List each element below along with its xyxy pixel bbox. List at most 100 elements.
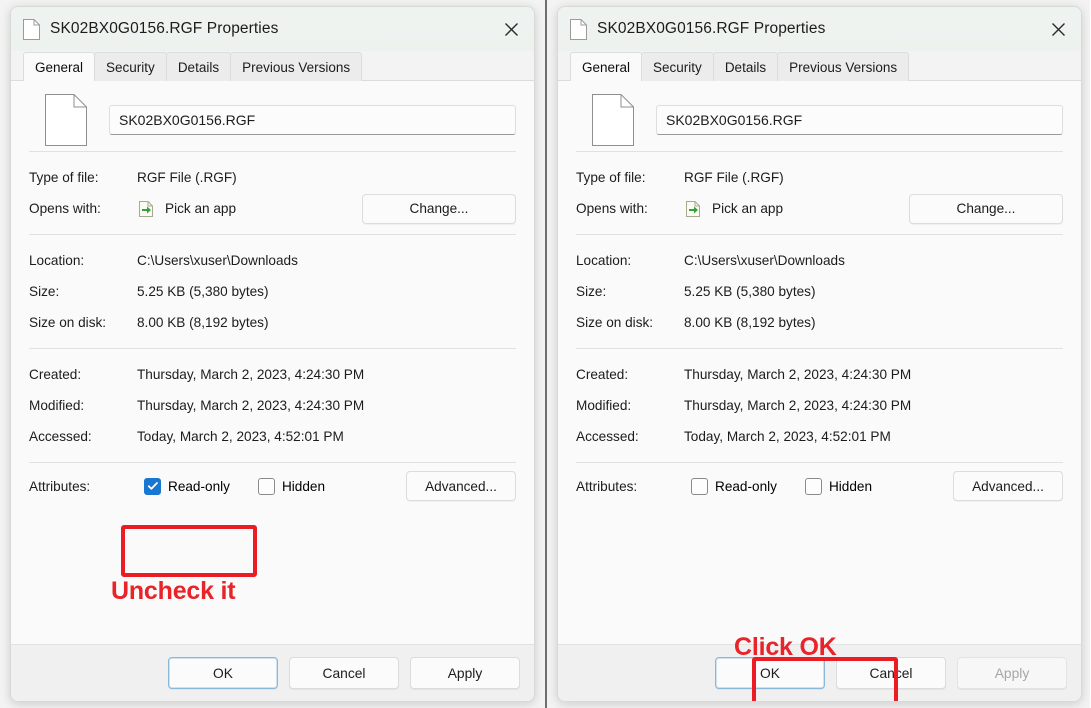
opens-with-row: Opens with: Pick an app Change...: [29, 193, 516, 224]
opens-with-value: Pick an app: [684, 200, 783, 218]
properties-window-right: SK02BX0G0156.RGF Properties General Secu…: [545, 0, 1090, 708]
size-value: 5.25 KB (5,380 bytes): [684, 284, 816, 299]
modified-row: Modified: Thursday, March 2, 2023, 4:24:…: [576, 390, 1063, 421]
size-on-disk-label: Size on disk:: [576, 315, 654, 330]
created-value: Thursday, March 2, 2023, 4:24:30 PM: [684, 367, 912, 382]
large-file-icon: [592, 94, 634, 146]
type-of-file-value: RGF File (.RGF): [684, 170, 784, 185]
attributes-row: Attributes: Read-only Hidden Advanced...: [29, 463, 516, 503]
accessed-label: Accessed:: [29, 429, 92, 444]
tab-general[interactable]: General: [23, 52, 96, 82]
tab-general[interactable]: General: [570, 52, 643, 82]
created-value: Thursday, March 2, 2023, 4:24:30 PM: [137, 367, 365, 382]
advanced-button[interactable]: Advanced...: [953, 471, 1063, 501]
screenshot-stage: SK02BX0G0156.RGF Properties General Secu…: [0, 0, 1091, 708]
hidden-label: Hidden: [828, 478, 873, 494]
opens-with-app-name: Pick an app: [165, 201, 237, 216]
size-on-disk-value: 8.00 KB (8,192 bytes): [684, 315, 816, 330]
dates-section: Created: Thursday, March 2, 2023, 4:24:3…: [576, 349, 1063, 462]
accessed-label: Accessed:: [576, 429, 639, 444]
dialog-footer: OK Cancel Apply: [11, 644, 534, 701]
location-row: Location: C:\Users\xuser\Downloads: [29, 245, 516, 276]
attributes-label: Attributes:: [29, 478, 91, 494]
advanced-button[interactable]: Advanced...: [406, 471, 516, 501]
type-of-file-label: Type of file:: [29, 170, 99, 185]
change-button[interactable]: Change...: [909, 193, 1063, 224]
close-icon[interactable]: [488, 7, 534, 51]
title-bar: SK02BX0G0156.RGF Properties: [558, 7, 1081, 51]
created-row: Created: Thursday, March 2, 2023, 4:24:3…: [29, 359, 516, 390]
file-name-row: [29, 81, 516, 151]
readonly-highlight-box: [121, 525, 257, 577]
general-tab-panel: Type of file: RGF File (.RGF) Opens with…: [11, 80, 534, 644]
tab-details[interactable]: Details: [165, 52, 232, 81]
apply-button[interactable]: Apply: [410, 657, 520, 689]
size-label: Size:: [576, 284, 607, 299]
apply-button: Apply: [957, 657, 1067, 689]
hidden-checkbox[interactable]: Hidden: [798, 473, 879, 500]
size-row: Size: 5.25 KB (5,380 bytes): [29, 276, 516, 307]
opens-with-value: Pick an app: [137, 200, 236, 218]
tab-security[interactable]: Security: [94, 52, 167, 81]
file-name-row: [576, 81, 1063, 151]
panel-divider: [545, 0, 547, 708]
location-value: C:\Users\xuser\Downloads: [137, 253, 298, 268]
location-label: Location:: [29, 253, 85, 268]
type-of-file-row: Type of file: RGF File (.RGF): [576, 162, 1063, 193]
checkbox-indicator: [144, 477, 161, 495]
checkbox-indicator: [257, 477, 275, 495]
tab-security[interactable]: Security: [641, 52, 714, 81]
created-label: Created:: [29, 367, 82, 382]
size-on-disk-value: 8.00 KB (8,192 bytes): [137, 315, 269, 330]
window-frame: SK02BX0G0156.RGF Properties General Secu…: [557, 6, 1082, 702]
pick-an-app-icon: [137, 200, 155, 218]
readonly-checkbox[interactable]: Read-only: [684, 473, 784, 500]
checkbox-indicator: [804, 477, 822, 495]
click-ok-annotation: Click OK: [734, 633, 837, 661]
file-name-input[interactable]: [109, 105, 516, 135]
modified-value: Thursday, March 2, 2023, 4:24:30 PM: [137, 398, 365, 413]
change-button[interactable]: Change...: [362, 193, 516, 224]
location-row: Location: C:\Users\xuser\Downloads: [576, 245, 1063, 276]
window-title: SK02BX0G0156.RGF Properties: [50, 20, 279, 37]
hidden-checkbox[interactable]: Hidden: [251, 473, 332, 500]
type-of-file-value: RGF File (.RGF): [137, 170, 237, 185]
attributes-row: Attributes: Read-only Hidden Advanced...: [576, 463, 1063, 503]
type-section: Type of file: RGF File (.RGF) Opens with…: [29, 152, 516, 234]
readonly-label: Read-only: [168, 478, 230, 494]
tab-details[interactable]: Details: [712, 52, 779, 81]
pick-an-app-icon: [684, 200, 702, 218]
location-label: Location:: [576, 253, 632, 268]
window-frame: SK02BX0G0156.RGF Properties General Secu…: [10, 6, 535, 702]
readonly-checkbox[interactable]: Read-only: [137, 473, 237, 500]
tab-previous-versions[interactable]: Previous Versions: [230, 52, 363, 81]
modified-value: Thursday, March 2, 2023, 4:24:30 PM: [684, 398, 912, 413]
location-section: Location: C:\Users\xuser\Downloads Size:…: [576, 235, 1063, 348]
ok-button[interactable]: OK: [168, 657, 278, 689]
accessed-row: Accessed: Today, March 2, 2023, 4:52:01 …: [576, 421, 1063, 452]
cancel-button[interactable]: Cancel: [289, 657, 399, 689]
location-section: Location: C:\Users\xuser\Downloads Size:…: [29, 235, 516, 348]
readonly-label: Read-only: [715, 478, 777, 494]
accessed-value: Today, March 2, 2023, 4:52:01 PM: [684, 429, 891, 444]
file-icon: [570, 18, 587, 40]
size-on-disk-row: Size on disk: 8.00 KB (8,192 bytes): [576, 307, 1063, 338]
file-name-input[interactable]: [656, 105, 1063, 135]
dates-section: Created: Thursday, March 2, 2023, 4:24:3…: [29, 349, 516, 462]
uncheck-it-annotation: Uncheck it: [111, 577, 236, 605]
checkbox-indicator: [691, 477, 708, 495]
modified-label: Modified:: [576, 398, 632, 413]
cancel-button[interactable]: Cancel: [836, 657, 946, 689]
modified-label: Modified:: [29, 398, 85, 413]
size-row: Size: 5.25 KB (5,380 bytes): [576, 276, 1063, 307]
close-icon[interactable]: [1035, 7, 1081, 51]
file-icon: [23, 18, 40, 40]
tab-strip: General Security Details Previous Versio…: [558, 51, 1081, 82]
opens-with-label: Opens with:: [29, 201, 101, 216]
tab-previous-versions[interactable]: Previous Versions: [777, 52, 910, 81]
created-row: Created: Thursday, March 2, 2023, 4:24:3…: [576, 359, 1063, 390]
opens-with-app-name: Pick an app: [712, 201, 784, 216]
type-of-file-label: Type of file:: [576, 170, 646, 185]
type-section: Type of file: RGF File (.RGF) Opens with…: [576, 152, 1063, 234]
tab-strip: General Security Details Previous Versio…: [11, 51, 534, 82]
